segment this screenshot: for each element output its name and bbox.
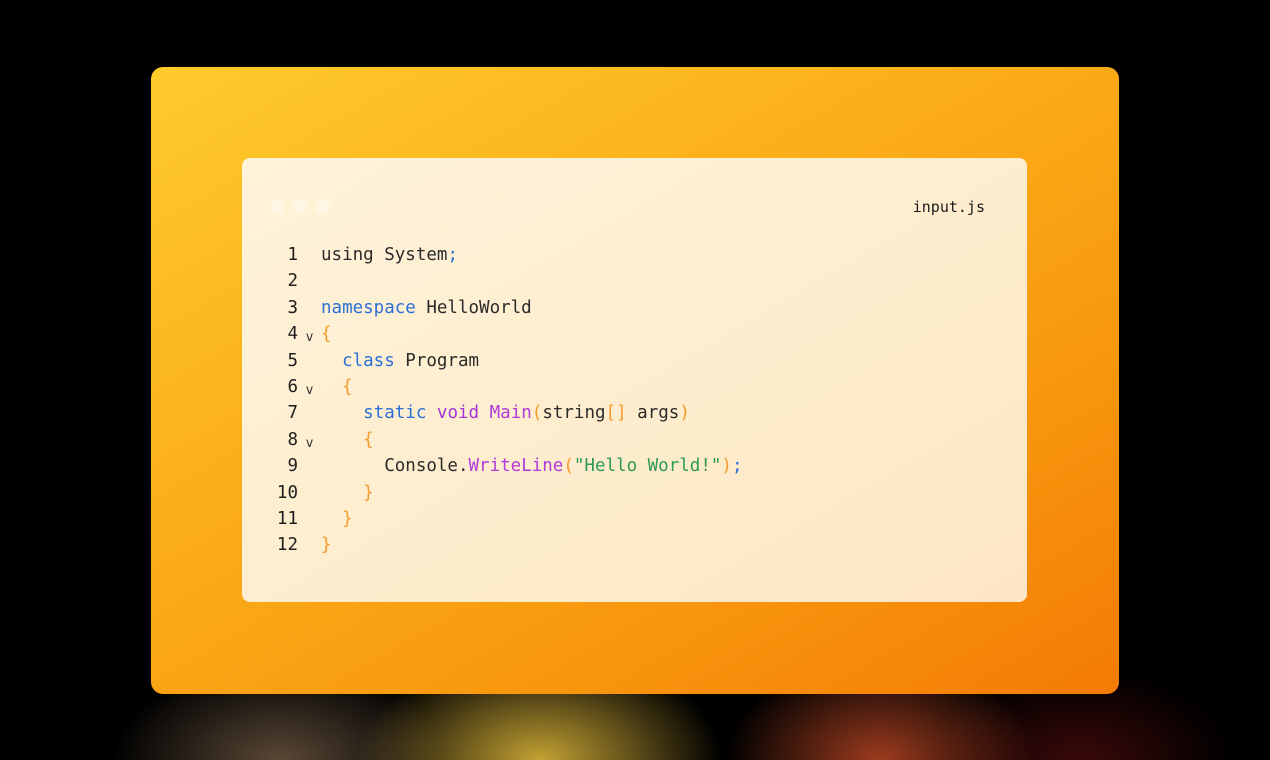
code-token: WriteLine <box>468 456 564 477</box>
code-token: } <box>342 508 353 529</box>
code-area[interactable]: 1 using System; 2 3 namespace HelloWorld 4 v{5… <box>266 242 743 559</box>
line-number: 1 <box>287 245 298 265</box>
code-line: 7 static void Main(string[] args) <box>266 400 743 426</box>
chevron-down-icon[interactable]: v <box>298 431 321 457</box>
code-token: { <box>363 429 374 450</box>
code-token: } <box>321 535 332 556</box>
line-number: 12 <box>276 535 298 556</box>
window-dot-maximize <box>316 200 330 214</box>
line-number: 4 <box>287 324 298 345</box>
line-number: 6 <box>287 376 298 397</box>
line-number: 7 <box>287 403 298 424</box>
window-controls <box>270 200 330 214</box>
code-token: "Hello World!" <box>573 456 722 477</box>
fold-gutter <box>298 510 321 536</box>
screenshot-frame: input.js 1 using System; 2 3 namespace Hello… <box>151 67 1119 694</box>
code-token: Console. <box>384 456 469 477</box>
code-token: ( <box>563 456 574 477</box>
code-line: 4 v{ <box>266 321 743 347</box>
code-token: using System <box>321 245 448 265</box>
code-line: 6v { <box>266 374 743 400</box>
code-token: HelloWorld <box>415 297 532 318</box>
window-dot-close <box>270 200 284 214</box>
code-line: 3 namespace HelloWorld <box>266 295 743 321</box>
code-token: } <box>363 482 374 503</box>
line-number: 8 <box>287 429 298 450</box>
fold-gutter <box>298 352 321 378</box>
code-token: string <box>542 403 606 424</box>
code-token: Program <box>394 350 480 371</box>
code-token: ; <box>447 245 458 265</box>
file-name-label: input.js <box>912 198 985 216</box>
code-token: { <box>342 376 353 397</box>
code-line: 8v { <box>266 427 743 453</box>
line-number: 9 <box>287 456 298 477</box>
code-token: ) <box>721 456 732 477</box>
code-line: 10 } <box>266 480 743 506</box>
chevron-down-icon[interactable]: v <box>298 325 321 351</box>
code-text: } <box>321 480 374 506</box>
code-line: 5 class Program <box>266 348 743 374</box>
line-number: 3 <box>287 297 298 318</box>
code-line: 11 } <box>266 506 743 532</box>
window-dot-minimize <box>293 200 307 214</box>
code-token: namespace <box>321 297 416 318</box>
code-text: { <box>321 427 374 453</box>
code-text: namespace HelloWorld <box>321 295 532 321</box>
code-token: class <box>342 350 395 371</box>
fold-gutter <box>298 536 321 562</box>
code-text: { <box>321 374 353 400</box>
code-token: ; <box>731 456 743 477</box>
code-text: { <box>321 321 332 347</box>
code-line: 1 using System; <box>266 242 743 268</box>
code-token: { <box>321 324 332 345</box>
code-token: static <box>363 403 427 424</box>
code-window: input.js 1 using System; 2 3 namespace Hello… <box>242 158 1027 602</box>
code-line: 12} <box>266 532 743 558</box>
code-line: 9 Console.WriteLine("Hello World!"); <box>266 453 743 479</box>
line-number: 11 <box>276 508 298 529</box>
fold-gutter <box>298 272 321 298</box>
code-text: } <box>321 532 332 558</box>
fold-gutter <box>298 404 321 430</box>
code-line: 2 <box>266 268 743 294</box>
fold-gutter <box>298 246 321 272</box>
code-text: static void Main(string[] args) <box>321 400 690 426</box>
code-text: Console.WriteLine("Hello World!"); <box>321 453 743 479</box>
code-token: ) <box>679 403 690 424</box>
code-token: ( <box>531 403 543 424</box>
chevron-down-icon[interactable]: v <box>298 378 321 404</box>
code-token: [] <box>605 403 627 424</box>
fold-gutter <box>298 457 321 483</box>
code-token: void <box>436 403 480 424</box>
code-text: } <box>321 506 353 532</box>
line-number: 10 <box>276 482 298 503</box>
code-text: using System; <box>321 242 458 268</box>
line-number: 2 <box>287 271 298 292</box>
code-text: class Program <box>321 348 479 374</box>
code-token: Main <box>489 403 532 424</box>
code-token: args <box>626 403 680 424</box>
fold-gutter <box>298 299 321 325</box>
fold-gutter <box>298 484 321 510</box>
line-number: 5 <box>287 350 298 371</box>
